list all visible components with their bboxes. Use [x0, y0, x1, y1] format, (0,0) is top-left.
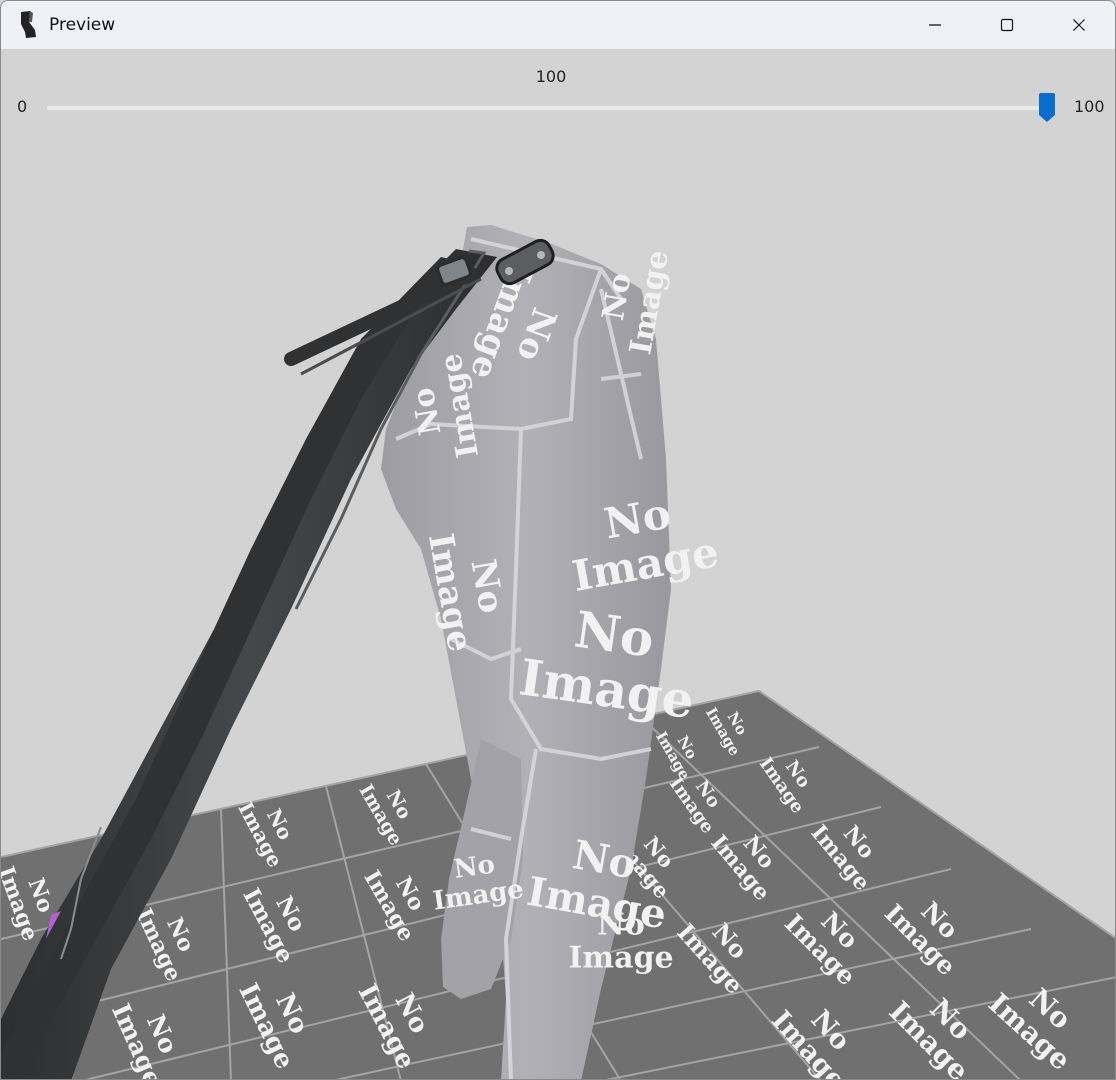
title-bar[interactable]: Preview: [1, 1, 1115, 49]
window-title: Preview: [49, 15, 116, 35]
minimize-button[interactable]: [899, 1, 971, 49]
boot-icon: [15, 10, 39, 40]
preview-window: Preview 100 0 100 No Image No Image No I…: [0, 0, 1116, 1080]
close-icon: [1073, 19, 1085, 31]
3d-scene: NoImageNoImage NoImageNoImageNoImageNoIma…: [1, 225, 1115, 1079]
svg-text:No: No: [597, 908, 644, 943]
slider-fill: [47, 106, 1047, 110]
slider-min-label: 0: [17, 97, 28, 116]
3d-preview-viewport[interactable]: No Image No Image No Image No Image No Image No Ima…: [1, 139, 1115, 1079]
slider-max-label: 100: [1074, 97, 1105, 116]
svg-text:Image: Image: [623, 247, 676, 357]
slider-track[interactable]: [47, 106, 1047, 110]
close-button[interactable]: [1043, 1, 1115, 49]
scale-slider-area: 100 0 100: [1, 49, 1115, 139]
window-controls: [899, 1, 1115, 49]
svg-text:Image: Image: [568, 941, 673, 976]
minimize-icon: [929, 24, 941, 26]
maximize-button[interactable]: [971, 1, 1043, 49]
maximize-icon: [1000, 18, 1014, 32]
slider-value-label: 100: [535, 67, 567, 86]
slider-thumb[interactable]: [1038, 93, 1056, 123]
